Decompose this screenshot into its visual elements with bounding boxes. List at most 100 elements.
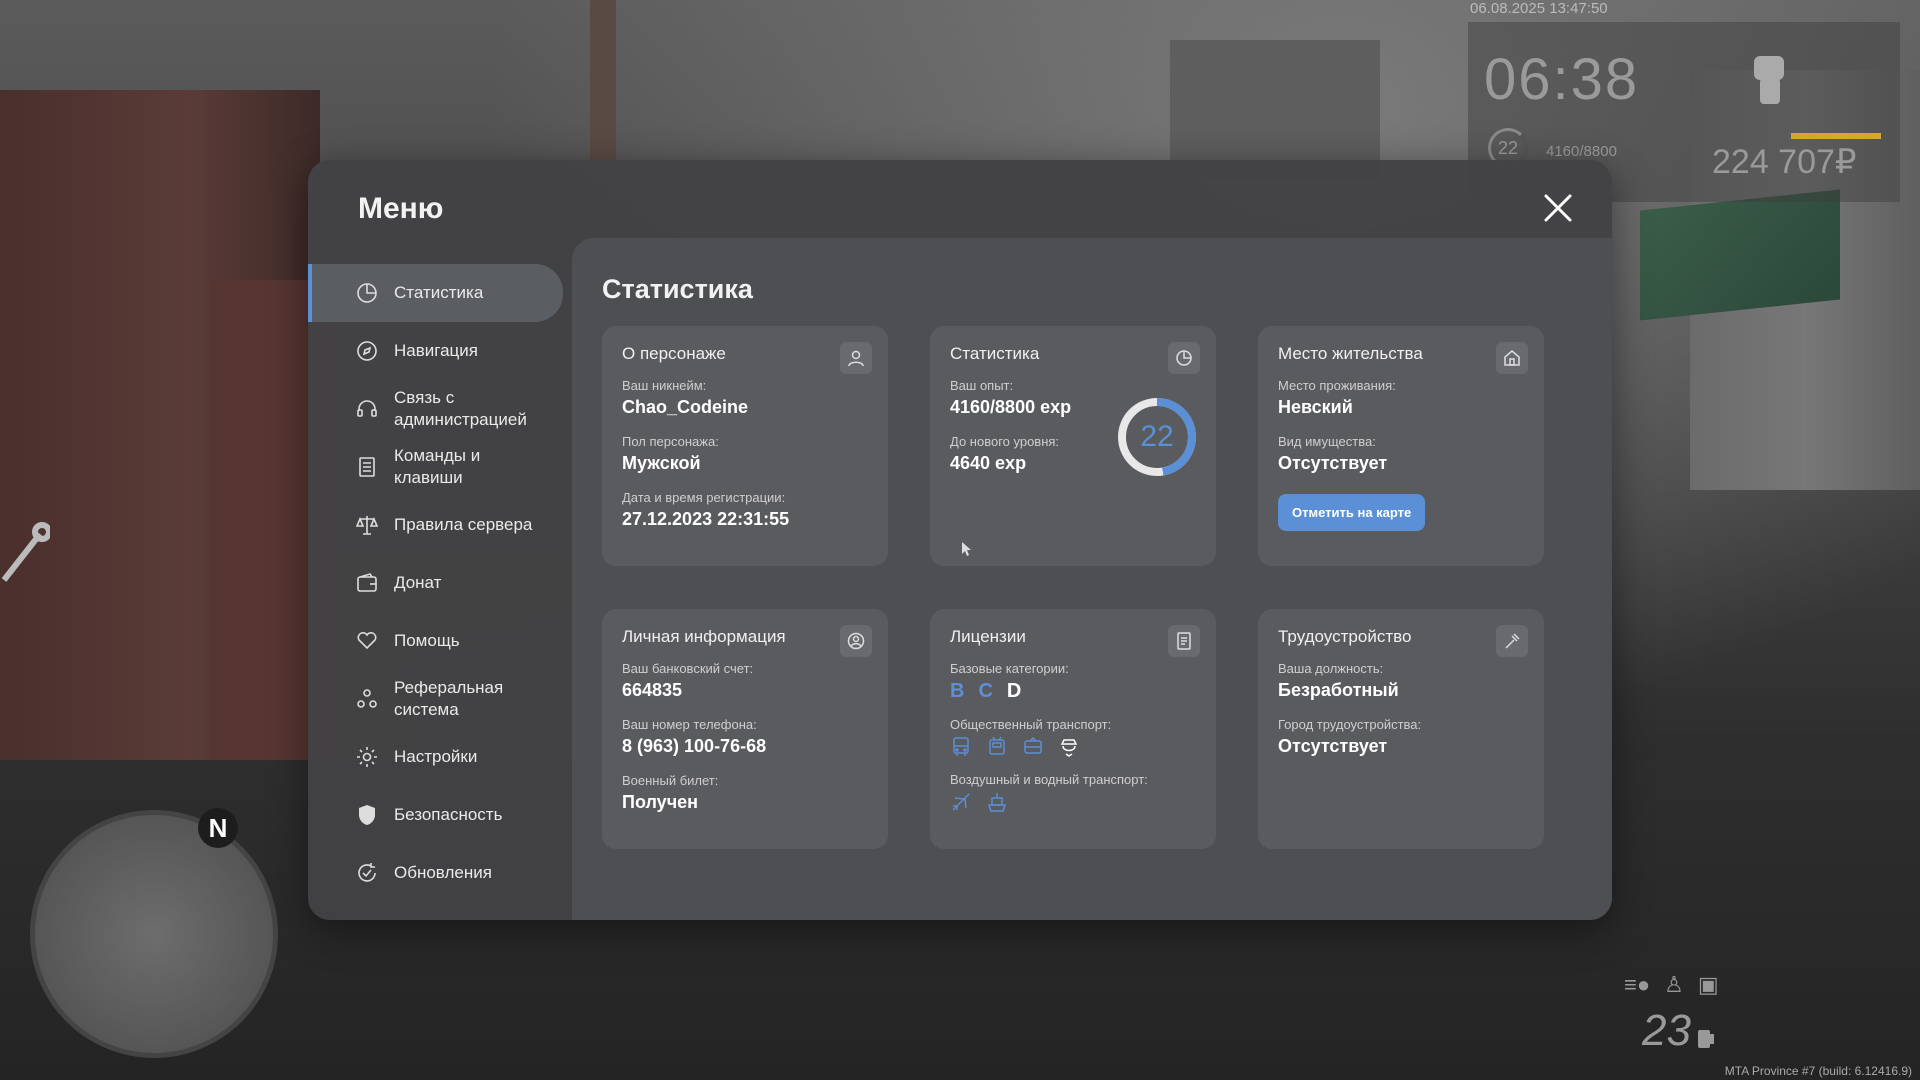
military-label: Военный билет: (622, 773, 719, 788)
sidebar: Статистика Навигация Связь с администрац… (308, 264, 563, 902)
sidebar-item-settings[interactable]: Настройки (308, 728, 563, 786)
card-title: Лицензии (950, 627, 1026, 646)
exp-label: Ваш опыт: (950, 378, 1014, 393)
home-icon (1496, 342, 1528, 374)
job-city-value: Отсутствует (1278, 736, 1388, 756)
sidebar-item-label: Связь с администрацией (394, 388, 527, 429)
residence-place-label: Место проживания: (1278, 378, 1396, 393)
minimap[interactable] (30, 810, 278, 1058)
sidebar-item-updates[interactable]: Обновления (308, 844, 563, 902)
boat-icon (987, 793, 1007, 812)
gear-icon (356, 746, 378, 768)
sidebar-item-label: Правила сервера (394, 515, 533, 534)
page-title: Статистика (602, 274, 753, 304)
plane-icon (952, 793, 970, 811)
card-about-character: О персонаже Ваш никнейм: Chao_Codeine По… (602, 326, 888, 566)
hud-clock: 06:38 (1484, 47, 1640, 112)
seatbelt-icon: ♙ (1664, 972, 1684, 997)
military-value: Получен (622, 792, 699, 812)
air-water-icons (950, 791, 1196, 813)
residence-place-value: Невский (1278, 397, 1353, 417)
scales-icon (355, 514, 379, 536)
license-category-c: C (978, 680, 993, 702)
bank-value: 664835 (622, 680, 683, 700)
sidebar-item-statistics[interactable]: Статистика (308, 264, 563, 322)
nickname-label: Ваш никнейм: (622, 378, 707, 393)
taxi-icon (1060, 739, 1078, 757)
trolleybus-icon (989, 736, 1005, 755)
hud-health-bar (1791, 133, 1881, 139)
wrench-icon (0, 520, 52, 584)
background-tower (1170, 40, 1380, 180)
sidebar-item-label: Безопасность (394, 805, 503, 824)
content-panel: Статистика О персонаже Ваш никнейм: Chao… (572, 238, 1612, 920)
public-transport-label: Общественный транспорт: (950, 717, 1112, 732)
bus-icon (953, 737, 969, 756)
mark-on-map-button[interactable]: Отметить на карте (1278, 494, 1426, 531)
mouse-cursor (962, 542, 971, 556)
registration-value: 27.12.2023 22:31:55 (622, 509, 790, 529)
property-label: Вид имущества: (1278, 434, 1376, 449)
keyboard-doc-icon (356, 456, 378, 478)
level-value: 22 (1140, 420, 1174, 453)
tram-icon (1024, 736, 1042, 754)
minimap-north-marker: N (198, 808, 238, 848)
sidebar-item-admin-contact[interactable]: Связь с администрацией (308, 380, 563, 438)
modal-title: Меню (358, 192, 444, 225)
wallet-icon (356, 572, 378, 594)
sidebar-item-navigation[interactable]: Навигация (308, 322, 563, 380)
fuel-icon (1697, 1026, 1715, 1050)
sidebar-item-label: Статистика (394, 283, 484, 302)
card-employment: Трудоустройство Ваша должность: Безработ… (1258, 609, 1544, 849)
sidebar-item-help[interactable]: Помощь (308, 612, 563, 670)
base-categories-label: Базовые категории: (950, 661, 1069, 676)
sidebar-item-referral[interactable]: Реферальная система (308, 670, 563, 728)
gender-label: Пол персонажа: (622, 434, 719, 449)
shield-icon (356, 804, 378, 826)
hammer-icon (1496, 625, 1528, 657)
sidebar-item-donate[interactable]: Донат (308, 554, 563, 612)
sidebar-item-security[interactable]: Безопасность (308, 786, 563, 844)
menu-modal: Меню Статистика Навигация Связь с админи… (308, 160, 1612, 920)
refresh-check-icon (356, 862, 378, 884)
public-transport-icons (950, 736, 1196, 758)
chart-pie-icon (1168, 342, 1200, 374)
card-licenses: Лицензии Базовые категории: B C D Общест… (930, 609, 1216, 849)
close-button[interactable] (1540, 190, 1576, 226)
card-title: О персонаже (622, 344, 726, 363)
fist-icon (1744, 52, 1794, 108)
hud-speed: 23 (1642, 1006, 1691, 1055)
license-categories: B C D (950, 680, 1196, 703)
chart-pie-icon (356, 282, 378, 304)
background-chimney (590, 0, 616, 170)
background-billboard (1640, 189, 1840, 321)
card-statistics: Статистика Ваш опыт: 4160/8800 exp До но… (930, 326, 1216, 566)
job-city-label: Город трудоустройства: (1278, 717, 1422, 732)
sidebar-item-label: Реферальная система (394, 678, 504, 719)
bank-label: Ваш банковский счет: (622, 661, 754, 676)
card-title: Личная информация (622, 627, 786, 646)
sidebar-item-label: Команды и клавиши (394, 446, 481, 487)
phone-value: 8 (963) 100-76-68 (622, 736, 767, 756)
job-position-value: Безработный (1278, 680, 1399, 700)
compass-icon (356, 340, 378, 362)
sidebar-item-commands[interactable]: Команды и клавиши (308, 438, 563, 496)
hud-exp: 4160/8800 (1546, 143, 1617, 160)
nickname-value: Chao_Codeine (622, 397, 749, 417)
hud-timestamp: 06.08.2025 13:47:50 (1470, 0, 1608, 17)
user-icon (840, 342, 872, 374)
close-icon (1544, 194, 1572, 222)
headlight-icon: ≡● (1624, 972, 1651, 997)
registration-label: Дата и время регистрации: (622, 490, 786, 505)
card-personal-info: Личная информация Ваш банковский счет: 6… (602, 609, 888, 849)
property-value: Отсутствует (1278, 453, 1388, 473)
job-position-label: Ваша должность: (1278, 661, 1384, 676)
user-circle-icon (840, 625, 872, 657)
license-category-d: D (1006, 680, 1022, 702)
vehicle-indicators: ≡● ♙ ▣ (1624, 972, 1719, 998)
heart-hand-icon (356, 630, 378, 652)
sidebar-item-rules[interactable]: Правила сервера (308, 496, 563, 554)
sidebar-item-label: Помощь (394, 631, 460, 650)
card-title: Трудоустройство (1278, 627, 1412, 646)
hud-money: 224 707₽ (1712, 143, 1857, 181)
